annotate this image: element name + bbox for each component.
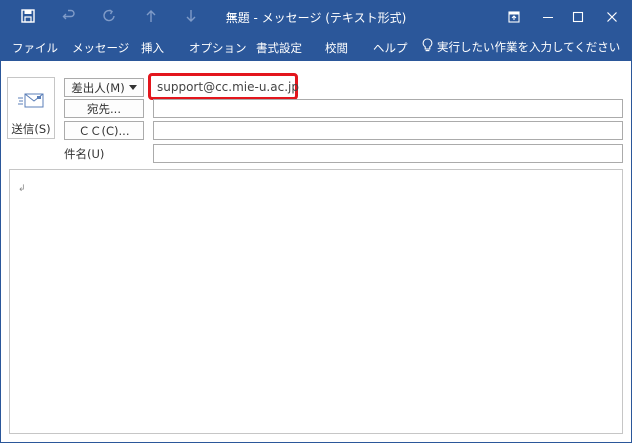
from-address-field[interactable]: support@cc.mie-u.ac.jp xyxy=(148,73,299,100)
from-label: 差出人(M) xyxy=(71,80,125,95)
close-icon[interactable] xyxy=(595,0,629,33)
tab-file[interactable]: ファイル xyxy=(12,40,58,56)
from-button[interactable]: 差出人(M) xyxy=(64,78,144,97)
tab-format[interactable]: 書式設定 xyxy=(256,40,302,56)
tab-review[interactable]: 校閲 xyxy=(325,40,348,56)
tab-help[interactable]: ヘルプ xyxy=(373,40,408,56)
subject-field[interactable] xyxy=(153,144,623,163)
message-body[interactable]: ↲ xyxy=(9,169,623,434)
lightbulb-icon xyxy=(422,38,433,56)
subject-label: 件名(U) xyxy=(64,147,105,161)
chevron-down-icon xyxy=(128,85,137,90)
to-field[interactable] xyxy=(153,99,623,118)
cc-field[interactable] xyxy=(153,121,623,140)
minimize-icon[interactable] xyxy=(531,0,565,33)
send-button[interactable]: 送信(S) xyxy=(7,77,55,139)
tab-insert[interactable]: 挿入 xyxy=(141,40,164,56)
send-label: 送信(S) xyxy=(11,122,51,136)
tell-me-text: 実行したい作業を入力してください xyxy=(437,40,621,54)
to-label: 宛先... xyxy=(87,101,121,116)
paragraph-mark: ↲ xyxy=(18,184,26,194)
tab-message[interactable]: メッセージ xyxy=(72,40,129,56)
from-address-text: support@cc.mie-u.ac.jp xyxy=(157,79,299,94)
tab-options[interactable]: オプション xyxy=(189,40,247,56)
send-envelope-icon xyxy=(18,92,44,113)
cc-button[interactable]: ＣＣ(C)... xyxy=(64,121,144,140)
ribbon-display-options-icon[interactable] xyxy=(497,0,531,33)
maximize-icon[interactable] xyxy=(561,0,595,33)
cc-label: ＣＣ(C)... xyxy=(78,123,130,138)
tell-me-box[interactable]: 実行したい作業を入力してください xyxy=(422,38,620,56)
ribbon-tabs: ファイル メッセージ 挿入 オプション 書式設定 校閲 ヘルプ 実行したい作業を… xyxy=(0,33,632,61)
to-button[interactable]: 宛先... xyxy=(64,99,144,118)
title-bar: 無題 - メッセージ (テキスト形式) xyxy=(0,0,632,33)
